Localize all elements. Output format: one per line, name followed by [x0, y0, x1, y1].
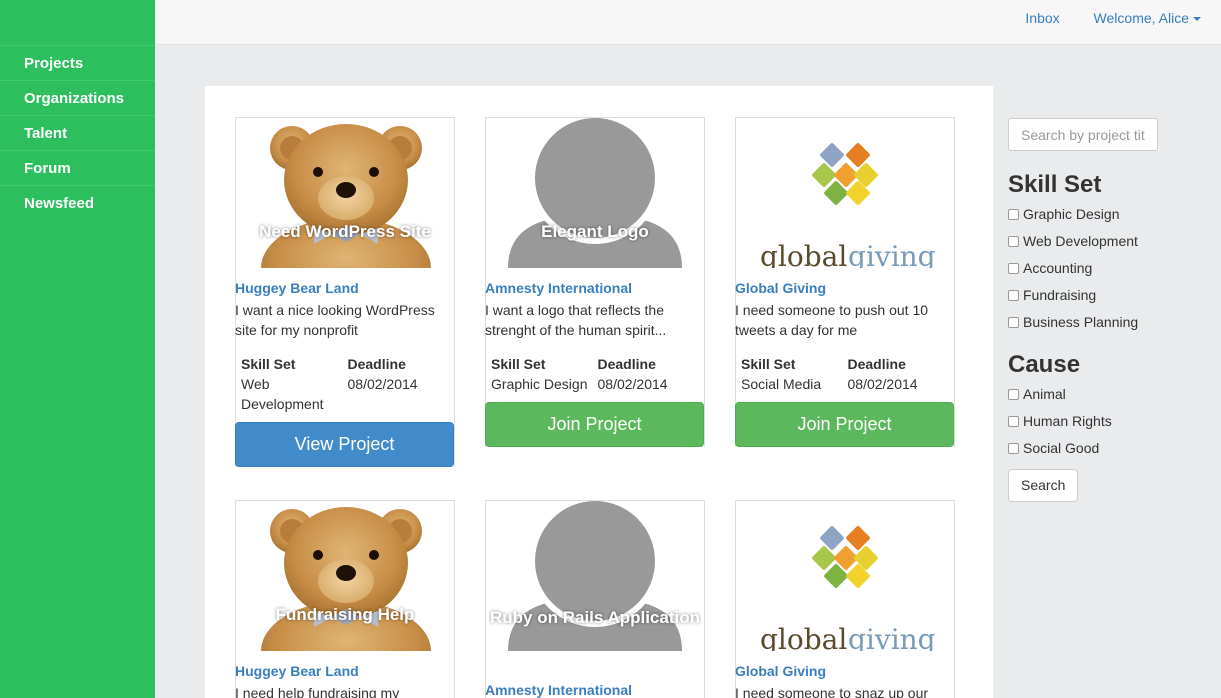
filter-web-development[interactable]: Web Development	[1008, 230, 1168, 252]
project-thumbnail[interactable]: Ruby on Rails Application	[486, 501, 704, 651]
org-link[interactable]: Amnesty International	[485, 682, 704, 698]
project-description: I want a logo that reflects the strenght…	[485, 302, 667, 338]
org-link[interactable]: Global Giving	[735, 280, 954, 296]
filter-business-planning[interactable]: Business Planning	[1008, 311, 1168, 333]
project-card: global giving Global Giving I need someo…	[735, 500, 955, 698]
checkbox[interactable]	[1008, 443, 1019, 454]
logo-text-global: global	[760, 240, 847, 268]
skill-set-label: Skill Set	[741, 356, 796, 372]
filter-animal[interactable]: Animal	[1008, 383, 1168, 405]
project-thumbnail[interactable]: Need WordPress Site	[236, 118, 454, 268]
checkbox[interactable]	[1008, 317, 1019, 328]
project-meta: Skill Set Web Development Deadline 08/02…	[236, 354, 454, 414]
filter-graphic-design[interactable]: Graphic Design	[1008, 203, 1168, 225]
sidebar-item-forum[interactable]: Forum	[0, 150, 155, 185]
project-thumbnail[interactable]: Elegant Logo	[486, 118, 704, 268]
project-description: I want a nice looking WordPress site for…	[235, 302, 435, 338]
cause-heading: Cause	[1008, 351, 1081, 378]
deadline-label: Deadline	[597, 356, 656, 372]
project-title: Elegant Logo	[541, 222, 649, 241]
search-button[interactable]: Search	[1008, 469, 1079, 502]
inbox-link[interactable]: Inbox	[1025, 10, 1059, 26]
sidebar-nav: Projects Organizations Talent Forum News…	[0, 45, 155, 220]
sidebar: Projects Organizations Talent Forum News…	[0, 0, 155, 698]
deadline-value: 08/02/2014	[347, 376, 418, 392]
filter-human-rights[interactable]: Human Rights	[1008, 410, 1168, 432]
logo-text-giving: giving	[848, 240, 936, 268]
org-link[interactable]: Amnesty International	[485, 280, 704, 296]
project-thumbnail[interactable]: Fundraising Help	[236, 501, 454, 651]
logo-text-global: global	[760, 623, 847, 651]
org-link[interactable]: Huggey Bear Land	[235, 280, 454, 296]
project-listing: Need WordPress Site Huggey Bear Land I w…	[205, 86, 993, 698]
project-search-input[interactable]	[1008, 118, 1158, 151]
project-description: I need help fundraising my	[235, 685, 400, 698]
teddy-bear-image	[236, 501, 454, 651]
filter-social-good[interactable]: Social Good	[1008, 437, 1168, 459]
skill-set-value: Social Media	[741, 376, 822, 392]
skill-set-value: Web Development	[241, 376, 324, 412]
project-meta: Skill Set Graphic Design Deadline 08/02/…	[486, 354, 704, 394]
globalgiving-logo-image: global giving	[760, 501, 936, 651]
deadline-value: 08/02/2014	[597, 376, 668, 392]
org-link[interactable]: Huggey Bear Land	[235, 663, 454, 679]
welcome-text: Welcome, Alice	[1093, 10, 1189, 26]
filter-accounting[interactable]: Accounting	[1008, 257, 1168, 279]
project-card: Need WordPress Site Huggey Bear Land I w…	[235, 117, 455, 467]
logo-text-giving: giving	[848, 623, 936, 651]
deadline-label: Deadline	[347, 356, 406, 372]
project-description: I need someone to push out 10 tweets a d…	[735, 302, 929, 338]
join-project-button[interactable]: Join Project	[735, 402, 954, 447]
view-project-button[interactable]: View Project	[235, 422, 454, 467]
project-thumbnail[interactable]: global giving	[736, 118, 954, 268]
sidebar-item-newsfeed[interactable]: Newsfeed	[0, 185, 155, 220]
join-project-button[interactable]: Join Project	[485, 402, 704, 447]
project-card: Elegant Logo Amnesty International I wan…	[485, 117, 705, 447]
avatar-placeholder-image	[486, 118, 704, 268]
checkbox[interactable]	[1008, 263, 1019, 274]
project-title: Need WordPress Site	[259, 222, 431, 241]
globalgiving-logo-image: global giving	[760, 118, 936, 268]
org-link[interactable]: Global Giving	[735, 663, 954, 679]
skill-set-value: Graphic Design	[491, 376, 588, 392]
filter-fundraising[interactable]: Fundraising	[1008, 284, 1168, 306]
checkbox[interactable]	[1008, 290, 1019, 301]
project-card: global giving Global Giving I need someo…	[735, 117, 955, 447]
deadline-value: 08/02/2014	[847, 376, 918, 392]
project-meta: Skill Set Social Media Deadline 08/02/20…	[736, 354, 954, 394]
skill-set-heading: Skill Set	[1008, 171, 1102, 198]
user-menu-toggle[interactable]: Welcome, Alice	[1094, 10, 1201, 26]
sidebar-item-talent[interactable]: Talent	[0, 115, 155, 150]
project-description: I need someone to snaz up our	[735, 685, 929, 698]
project-title: Ruby on Rails Application	[490, 608, 700, 627]
project-title: Fundraising Help	[275, 605, 415, 624]
project-card: Ruby on Rails Application Amnesty Intern…	[485, 500, 705, 698]
checkbox[interactable]	[1008, 209, 1019, 220]
project-card: Fundraising Help Huggey Bear Land I need…	[235, 500, 455, 698]
checkbox[interactable]	[1008, 416, 1019, 427]
top-navbar: Inbox Welcome, Alice	[155, 0, 1221, 45]
checkbox[interactable]	[1008, 389, 1019, 400]
filter-panel: Skill Set Graphic Design Web Development…	[1008, 118, 1168, 502]
avatar-placeholder-image	[486, 501, 704, 651]
skill-set-label: Skill Set	[491, 356, 546, 372]
sidebar-item-projects[interactable]: Projects	[0, 45, 155, 80]
deadline-label: Deadline	[847, 356, 906, 372]
checkbox[interactable]	[1008, 236, 1019, 247]
teddy-bear-image	[236, 118, 454, 268]
skill-set-label: Skill Set	[241, 356, 296, 372]
caret-down-icon	[1193, 17, 1201, 22]
sidebar-item-organizations[interactable]: Organizations	[0, 80, 155, 115]
project-thumbnail[interactable]: global giving	[736, 501, 954, 651]
